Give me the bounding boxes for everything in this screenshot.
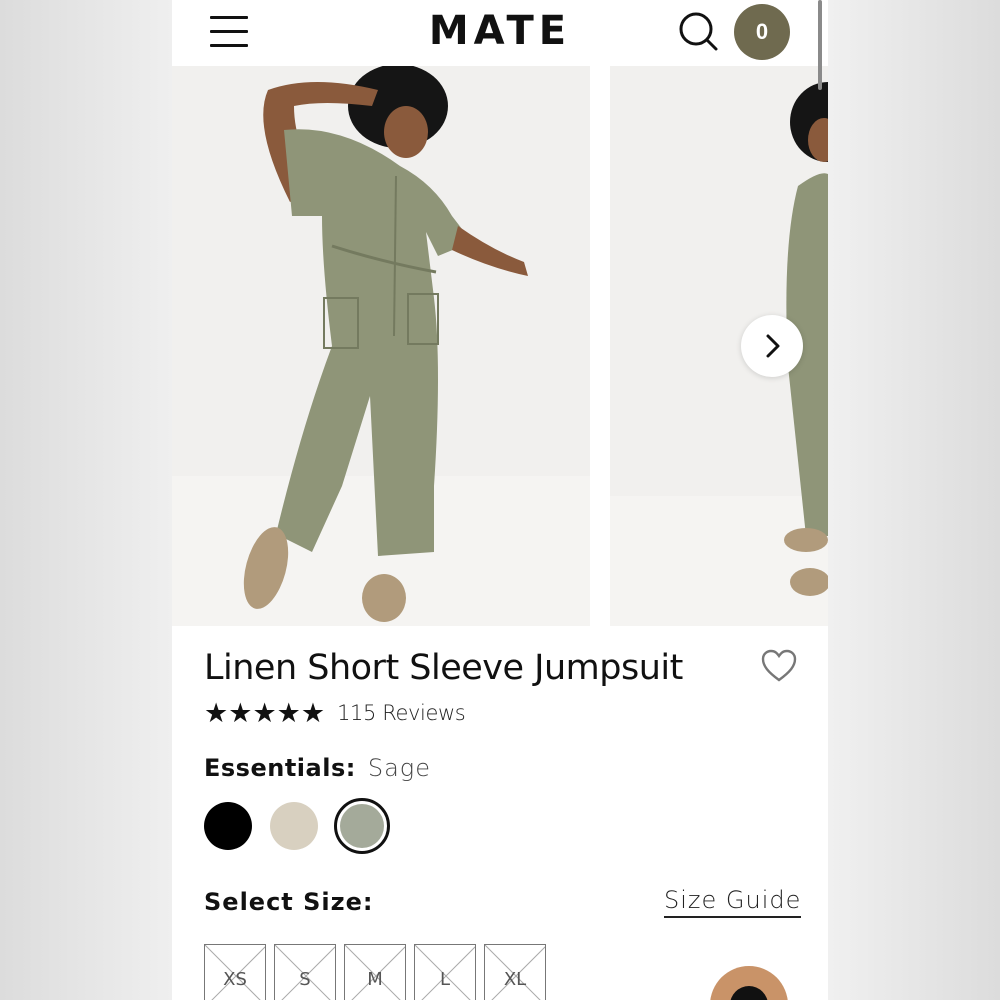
search-icon[interactable] <box>677 10 719 52</box>
size-option-s[interactable]: S <box>274 944 336 1000</box>
chat-icon <box>730 986 768 1000</box>
star-icon: ★ <box>300 697 326 728</box>
star-icon: ★ <box>228 697 253 728</box>
color-label: Essentials: <box>204 754 356 782</box>
mobile-page: MATE 0 Linen Short Sleeve Jumpsuit ★ ★ ★… <box>172 0 828 1000</box>
background-right <box>828 0 1000 1000</box>
size-guide-link[interactable]: Size Guide <box>664 886 802 918</box>
product-gallery[interactable] <box>172 66 828 626</box>
brand-logo[interactable]: MATE <box>172 8 828 54</box>
size-option-m[interactable]: M <box>344 944 406 1000</box>
reviews-link[interactable]: 115 Reviews <box>337 701 466 725</box>
product-image-main[interactable] <box>172 66 590 626</box>
heart-outline-icon[interactable] <box>760 648 798 684</box>
size-option-label: S <box>299 969 311 990</box>
size-option-l[interactable]: L <box>414 944 476 1000</box>
color-swatch-black[interactable] <box>204 802 252 850</box>
site-header: MATE 0 <box>172 0 828 66</box>
background-left <box>0 0 172 1000</box>
color-selection-row: Essentials: Sage <box>204 754 431 782</box>
size-option-label: XS <box>223 969 247 990</box>
select-size-label: Select Size: <box>204 888 374 916</box>
star-icon: ★ <box>276 697 301 728</box>
cart-button[interactable]: 0 <box>734 4 790 60</box>
star-icon: ★ <box>204 697 229 728</box>
size-option-xs[interactable]: XS <box>204 944 266 1000</box>
size-option-label: XL <box>503 969 527 990</box>
product-rating[interactable]: ★ ★ ★ ★ ★ 115 Reviews <box>204 697 466 728</box>
scrollbar[interactable] <box>818 0 822 90</box>
star-rating: ★ ★ ★ ★ ★ <box>204 697 326 728</box>
size-option-label: M <box>367 969 383 990</box>
selected-color-value: Sage <box>367 754 431 782</box>
size-option-label: L <box>439 969 451 990</box>
chevron-right-icon[interactable] <box>741 315 803 377</box>
star-icon: ★ <box>252 697 277 728</box>
size-option-xl[interactable]: XL <box>484 944 546 1000</box>
color-swatches <box>202 798 402 854</box>
product-title: Linen Short Sleeve Jumpsuit <box>204 648 683 688</box>
chat-button[interactable] <box>710 966 788 1000</box>
color-swatch-natural[interactable] <box>270 802 318 850</box>
color-swatch-sage[interactable] <box>334 798 390 854</box>
